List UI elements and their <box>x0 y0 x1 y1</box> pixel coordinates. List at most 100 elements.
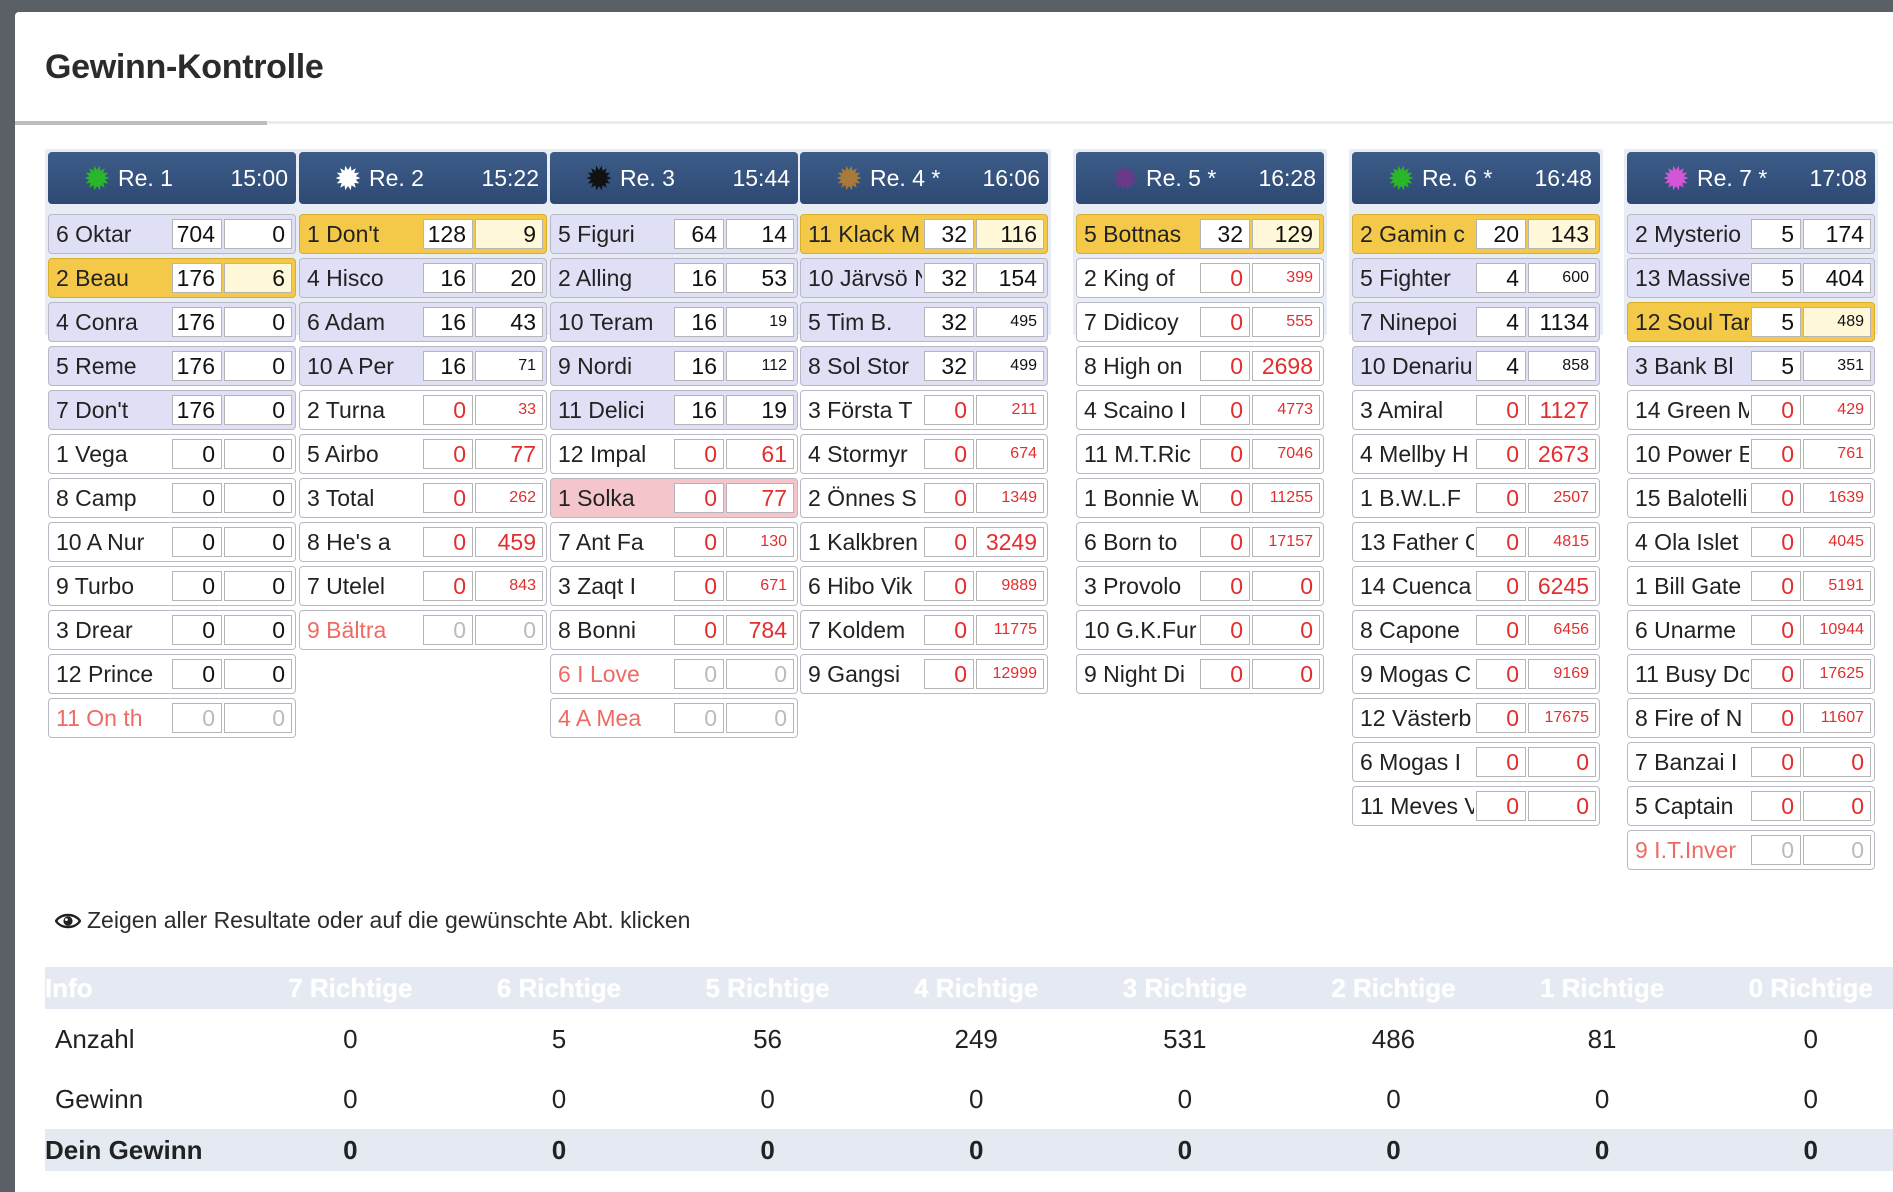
horse-row[interactable]: 8 Fire of N 0 11607 <box>1627 698 1875 738</box>
results-row-label: Dein Gewinn <box>45 1129 246 1171</box>
horse-row[interactable]: 9 Nordi 16 112 <box>550 346 798 386</box>
horse-row[interactable]: 14 Green M 0 429 <box>1627 390 1875 430</box>
horse-row[interactable]: 9 Mogas C 0 9169 <box>1352 654 1600 694</box>
horse-row[interactable]: 2 Alling 16 53 <box>550 258 798 298</box>
horse-row[interactable]: 4 Ola Islet 0 4045 <box>1627 522 1875 562</box>
horse-row[interactable]: 5 Bottnas 32 129 <box>1076 214 1324 254</box>
horse-row[interactable]: 9 Gangsi 0 12999 <box>800 654 1048 694</box>
horse-row[interactable]: 5 Reme 176 0 <box>48 346 296 386</box>
horse-row[interactable]: 7 Didicoy 0 555 <box>1076 302 1324 342</box>
race-header-4[interactable]: Re. 4 * 16:06 <box>800 152 1048 204</box>
horse-row[interactable]: 11 Klack M 32 116 <box>800 214 1048 254</box>
horse-row[interactable]: 4 Stormyr 0 674 <box>800 434 1048 474</box>
horse-row[interactable]: 5 Fighter 4 600 <box>1352 258 1600 298</box>
horse-row[interactable]: 6 Born to 0 17157 <box>1076 522 1324 562</box>
race-header-5[interactable]: Re. 5 * 16:28 <box>1076 152 1324 204</box>
horse-row[interactable]: 10 G.K.Fur 0 0 <box>1076 610 1324 650</box>
horse-row[interactable]: 8 He's a 0 459 <box>299 522 547 562</box>
horse-row[interactable]: 1 Bill Gate 0 5191 <box>1627 566 1875 606</box>
horse-row[interactable]: 9 Turbo 0 0 <box>48 566 296 606</box>
horse-row[interactable]: 11 M.T.Ric 0 7046 <box>1076 434 1324 474</box>
horse-row[interactable]: 6 Mogas I 00 <box>1352 742 1600 782</box>
horse-payout-value: 3249 <box>976 527 1044 557</box>
horse-row[interactable]: 10 Denariu 4 858 <box>1352 346 1600 386</box>
horse-row[interactable]: 11 Meves V00 <box>1352 786 1600 826</box>
horse-row[interactable]: 4 Scaino I 0 4773 <box>1076 390 1324 430</box>
race-header-2[interactable]: Re. 2 15:22 <box>299 152 547 204</box>
race-header-1[interactable]: Re. 1 15:00 <box>48 152 296 204</box>
horse-row[interactable]: 7 Banzai I 00 <box>1627 742 1875 782</box>
horse-row[interactable]: 9 I.T.Inver 0 0 <box>1627 830 1875 870</box>
horse-row[interactable]: 4 Mellby H 0 2673 <box>1352 434 1600 474</box>
horse-row[interactable]: 8 Bonni 0 784 <box>550 610 798 650</box>
horse-row[interactable]: 7 Ant Fa 0 130 <box>550 522 798 562</box>
horse-row[interactable]: 1 Vega 0 0 <box>48 434 296 474</box>
horse-row[interactable]: 1 Don't 128 9 <box>299 214 547 254</box>
horse-row[interactable]: 11 Delici 16 19 <box>550 390 798 430</box>
horse-row[interactable]: 3 Zaqt I 0 671 <box>550 566 798 606</box>
horse-row[interactable]: 4 Conra 176 0 <box>48 302 296 342</box>
horse-row[interactable]: 6 Unarme 0 10944 <box>1627 610 1875 650</box>
horse-row[interactable]: 14 Cuenca 0 6245 <box>1352 566 1600 606</box>
horse-row[interactable]: 8 High on 0 2698 <box>1076 346 1324 386</box>
horse-row[interactable]: 2 King of 0 399 <box>1076 258 1324 298</box>
horse-row[interactable]: 13 Father C 0 4815 <box>1352 522 1600 562</box>
horse-row[interactable]: 6 I Love 0 0 <box>550 654 798 694</box>
horse-row[interactable]: 3 Drear 0 0 <box>48 610 296 650</box>
horse-name: 5 Tim B. <box>808 308 893 335</box>
horse-row[interactable]: 10 A Per 16 71 <box>299 346 547 386</box>
horse-row[interactable]: 7 Utelel 0 843 <box>299 566 547 606</box>
horse-system-count: 0 <box>1476 395 1526 425</box>
horse-row[interactable]: 12 Soul Tar 5 489 <box>1627 302 1875 342</box>
horse-row[interactable]: 12 Prince 0 0 <box>48 654 296 694</box>
horse-row[interactable]: 6 Adam 16 43 <box>299 302 547 342</box>
horse-row[interactable]: 10 A Nur 0 0 <box>48 522 296 562</box>
show-all-results-hint[interactable]: Zeigen aller Resultate oder auf die gewü… <box>55 907 690 934</box>
horse-row[interactable]: 1 Solka 0 77 <box>550 478 798 518</box>
horse-row[interactable]: 1 B.W.L.F 0 2507 <box>1352 478 1600 518</box>
horse-row[interactable]: 6 Oktar 704 0 <box>48 214 296 254</box>
horse-row[interactable]: 5 Tim B. 32 495 <box>800 302 1048 342</box>
horse-row[interactable]: 7 Koldem 0 11775 <box>800 610 1048 650</box>
horse-row[interactable]: 5 Captain 0 0 <box>1627 786 1875 826</box>
horse-row[interactable]: 7 Don't 176 0 <box>48 390 296 430</box>
horse-row[interactable]: 2 Gamin c 20 143 <box>1352 214 1600 254</box>
horse-row[interactable]: 6 Hibo Vik 0 9889 <box>800 566 1048 606</box>
horse-row[interactable]: 1 Bonnie W 0 11255 <box>1076 478 1324 518</box>
horse-row[interactable]: 8 Capone 0 6456 <box>1352 610 1600 650</box>
horse-row[interactable]: 7 Ninepoi 4 1134 <box>1352 302 1600 342</box>
horse-row[interactable]: 3 Bank Bl 5 351 <box>1627 346 1875 386</box>
horse-payout-value: 0 <box>224 615 292 645</box>
horse-row[interactable]: 9 Night Di 0 0 <box>1076 654 1324 694</box>
horse-row[interactable]: 12 Västerb 0 17675 <box>1352 698 1600 738</box>
horse-row[interactable]: 5 Figuri 64 14 <box>550 214 798 254</box>
horse-row[interactable]: 5 Airbo 0 77 <box>299 434 547 474</box>
horse-row[interactable]: 12 Impal 0 61 <box>550 434 798 474</box>
horse-row[interactable]: 1 Kalkbren 0 3249 <box>800 522 1048 562</box>
horse-row[interactable]: 11 Busy Do 0 17625 <box>1627 654 1875 694</box>
race-header-6[interactable]: Re. 6 * 16:48 <box>1352 152 1600 204</box>
horse-row[interactable]: 10 Järvsö N 32 154 <box>800 258 1048 298</box>
horse-row[interactable]: 3 Total 0 262 <box>299 478 547 518</box>
race-header-7[interactable]: Re. 7 * 17:08 <box>1627 152 1875 204</box>
race-header-3[interactable]: Re. 3 15:44 <box>550 152 798 204</box>
horse-row[interactable]: 4 A Mea 0 0 <box>550 698 798 738</box>
horse-row[interactable]: 11 On th 0 0 <box>48 698 296 738</box>
horse-row[interactable]: 8 Camp 0 0 <box>48 478 296 518</box>
horse-row[interactable]: 3 Amiral 0 1127 <box>1352 390 1600 430</box>
horse-row[interactable]: 3 Provolo 0 0 <box>1076 566 1324 606</box>
horse-row[interactable]: 2 Önnes S 0 1349 <box>800 478 1048 518</box>
horse-row[interactable]: 2 Turna 0 33 <box>299 390 547 430</box>
race-columns: Re. 1 15:00 6 Oktar 704 0 2 Beau 176 6 4 Conra 17… <box>15 12 1893 892</box>
horse-row[interactable]: 2 Mysterio 5 174 <box>1627 214 1875 254</box>
horse-row[interactable]: 10 Power E 0 761 <box>1627 434 1875 474</box>
horse-row[interactable]: 3 Första T 0 211 <box>800 390 1048 430</box>
horse-row[interactable]: 4 Hisco 16 20 <box>299 258 547 298</box>
horse-row[interactable]: 15 Balotelli 0 1639 <box>1627 478 1875 518</box>
horse-row[interactable]: 8 Sol Stor 32 499 <box>800 346 1048 386</box>
horse-row[interactable]: 9 Bältra 0 0 <box>299 610 547 650</box>
horse-row[interactable]: 10 Teram 16 19 <box>550 302 798 342</box>
horse-row[interactable]: 2 Beau 176 6 <box>48 258 296 298</box>
horse-system-count: 16 <box>674 395 724 425</box>
horse-row[interactable]: 13 Massive 5 404 <box>1627 258 1875 298</box>
